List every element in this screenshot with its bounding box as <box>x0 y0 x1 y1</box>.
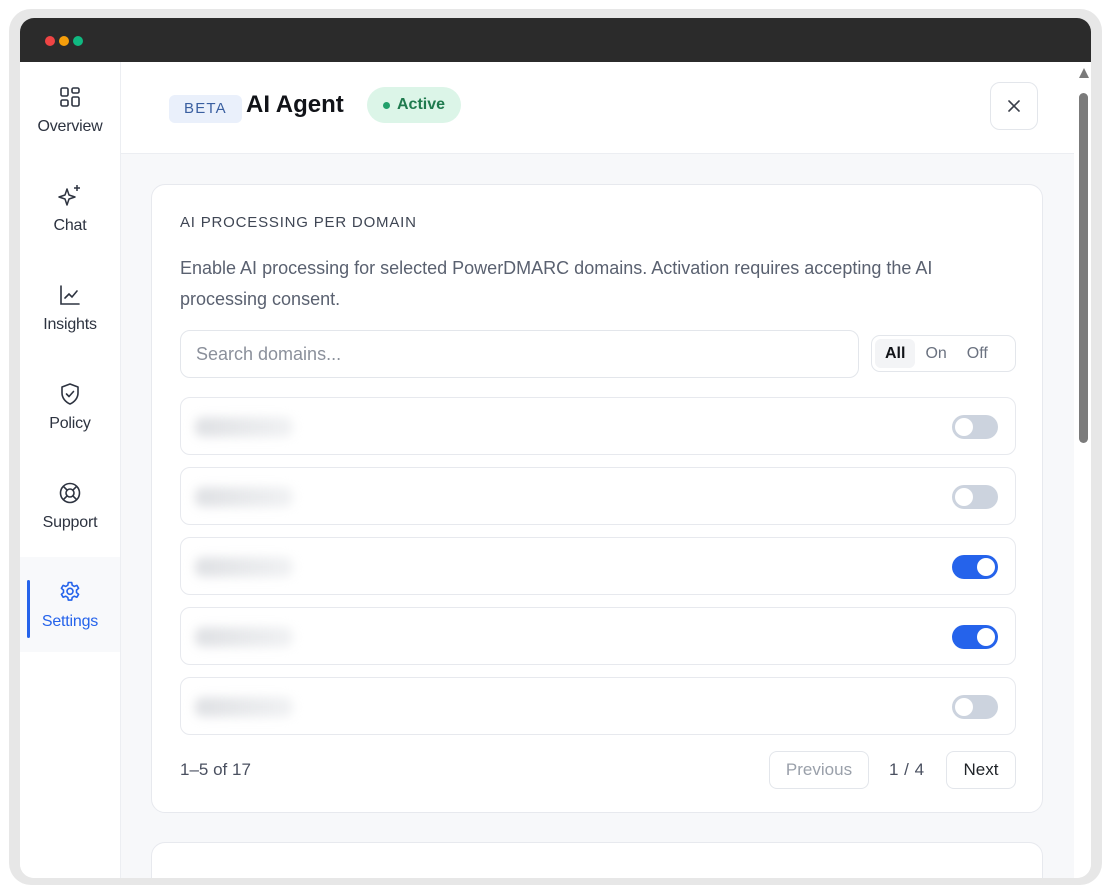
page-indicator: 1 / 4 <box>889 760 925 779</box>
domain-name-redacted <box>195 487 293 507</box>
pagination-count: 1–5 of 17 <box>180 760 251 779</box>
domain-name-redacted <box>195 697 293 717</box>
active-indicator <box>27 580 30 638</box>
next-page-button[interactable]: Next <box>946 751 1016 789</box>
close-icon <box>1008 100 1020 112</box>
chart-line-icon <box>57 282 83 308</box>
section-heading: AI PROCESSING PER DOMAIN <box>180 214 417 231</box>
status-label: Active <box>397 96 446 113</box>
filter-on-button[interactable]: On <box>915 339 956 368</box>
scrollbar[interactable] <box>1074 62 1091 878</box>
beta-badge: BETA <box>169 95 242 123</box>
domain-toggle[interactable] <box>952 485 998 509</box>
window-close-dot[interactable] <box>45 36 55 46</box>
sidebar-item-label: Settings <box>41 612 99 630</box>
next-section-card <box>151 842 1043 878</box>
sidebar-nav: Overview Chat Insights Policy Support Se… <box>20 62 121 878</box>
domain-toggle[interactable] <box>952 625 998 649</box>
sidebar-item-insights[interactable]: Insights <box>20 260 120 355</box>
sidebar-item-settings[interactable]: Settings <box>20 557 120 652</box>
domain-toggle[interactable] <box>952 555 998 579</box>
grid-icon <box>57 84 83 110</box>
filter-all-button[interactable]: All <box>875 339 916 368</box>
processing-card: AI PROCESSING PER DOMAIN Enable AI proce… <box>151 184 1043 813</box>
domain-row <box>180 397 1016 455</box>
domain-toggle[interactable] <box>952 415 998 439</box>
domain-name-redacted <box>195 627 293 647</box>
window-maximize-dot[interactable] <box>73 36 83 46</box>
section-description: Enable AI processing for selected PowerD… <box>180 258 933 309</box>
sidebar-item-label: Overview <box>37 117 103 135</box>
panel-header: BETA AI Agent Active <box>121 62 1074 154</box>
lifebuoy-icon <box>57 480 83 506</box>
domain-toggle[interactable] <box>952 695 998 719</box>
scroll-thumb[interactable] <box>1079 93 1088 443</box>
gear-icon <box>57 579 83 605</box>
sidebar-item-label: Support <box>42 513 98 531</box>
filter-off-button[interactable]: Off <box>957 339 998 368</box>
sidebar-item-overview[interactable]: Overview <box>20 62 120 157</box>
sidebar-item-label: Insights <box>43 315 97 333</box>
sidebar-item-support[interactable]: Support <box>20 458 120 553</box>
scroll-up-arrow-icon[interactable] <box>1079 68 1089 78</box>
sidebar-item-policy[interactable]: Policy <box>20 359 120 454</box>
app-window: Overview Chat Insights Policy Support Se… <box>20 18 1091 878</box>
domain-row <box>180 607 1016 665</box>
domain-row <box>180 677 1016 735</box>
domain-name-redacted <box>195 417 293 437</box>
sparkles-icon <box>57 183 83 209</box>
window-minimize-dot[interactable] <box>59 36 69 46</box>
search-input[interactable] <box>180 330 859 378</box>
sidebar-item-chat[interactable]: Chat <box>20 161 120 256</box>
status-dot-icon <box>383 102 390 109</box>
title-bar <box>20 18 1091 62</box>
sidebar-item-label: Chat <box>53 216 87 234</box>
domain-row <box>180 537 1016 595</box>
sidebar-item-label: Policy <box>49 414 91 432</box>
close-button[interactable] <box>990 82 1038 130</box>
status-badge: Active <box>367 87 462 123</box>
ai-agent-panel: BETA AI Agent Active AI PROCESSING PER D… <box>121 62 1074 878</box>
previous-page-button[interactable]: Previous <box>769 751 869 789</box>
shield-check-icon <box>57 381 83 407</box>
page-title: AI Agent <box>246 91 344 118</box>
filter-segmented-control: All On Off <box>871 335 1016 372</box>
domain-name-redacted <box>195 557 293 577</box>
domain-row <box>180 467 1016 525</box>
